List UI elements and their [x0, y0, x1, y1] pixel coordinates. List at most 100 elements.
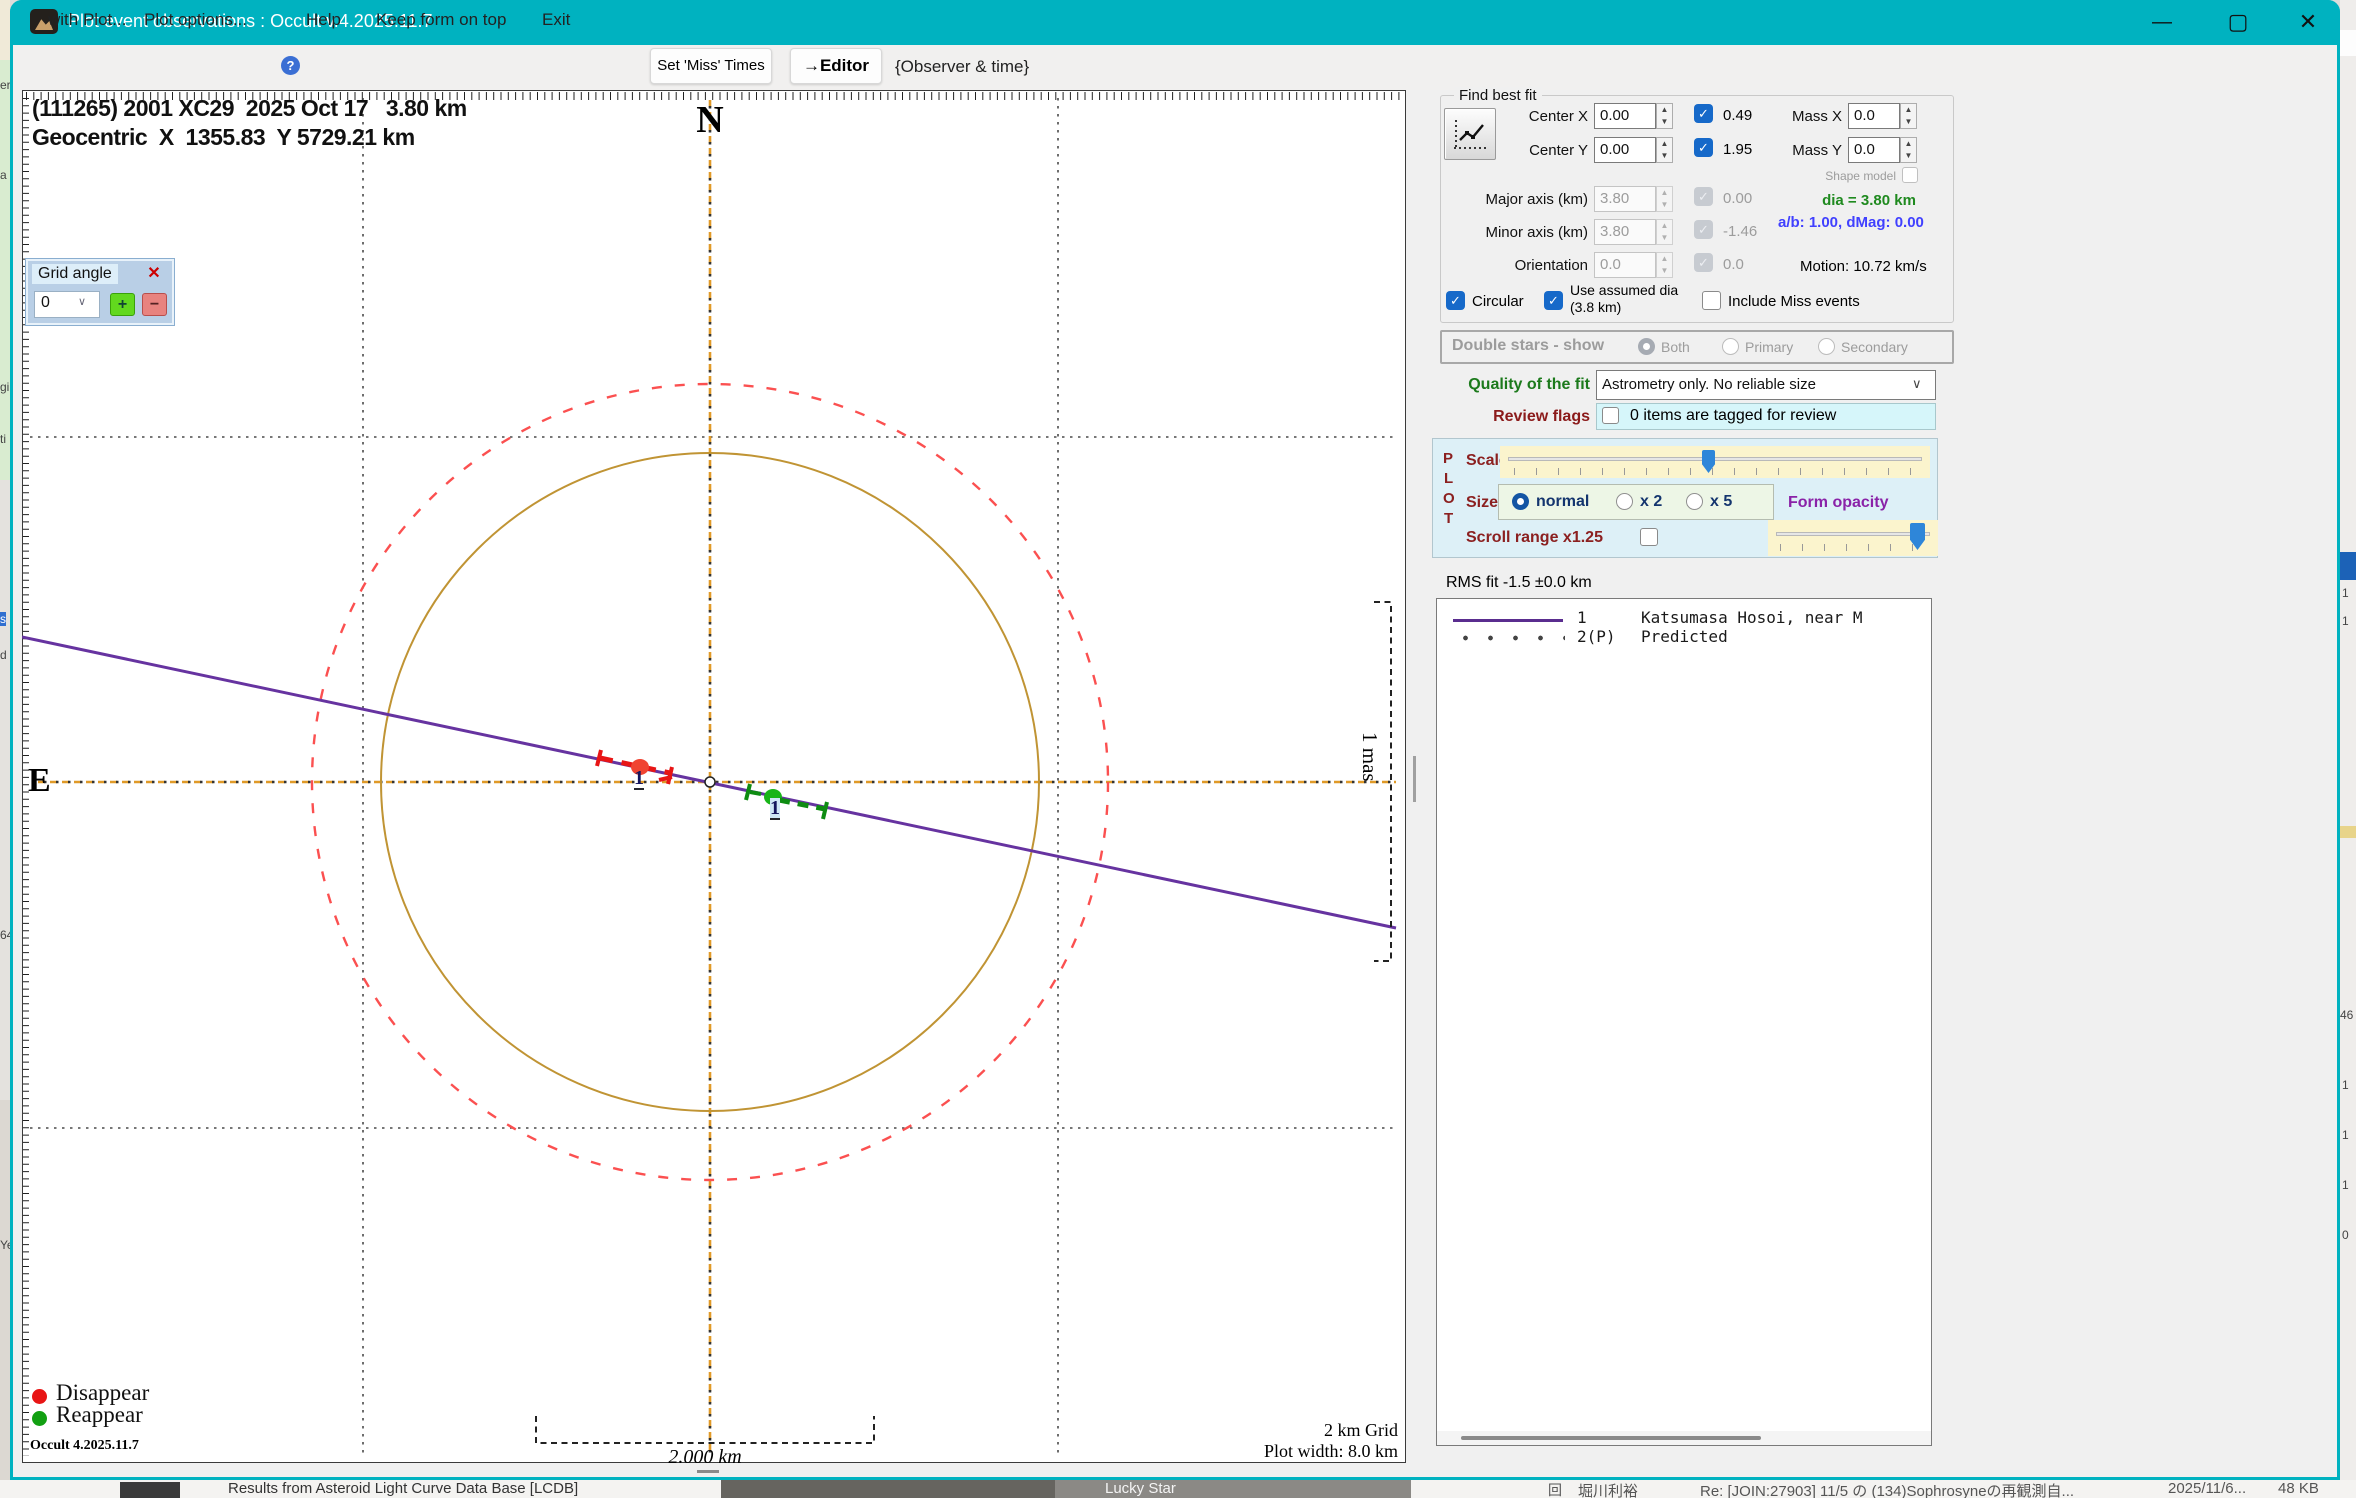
horizontal-scrollbar[interactable] — [1437, 1431, 1931, 1445]
size-normal-radio[interactable] — [1512, 493, 1529, 510]
mass-x-input[interactable]: 0.0 — [1848, 103, 1900, 129]
observer-time-label[interactable]: {Observer & time} — [895, 57, 1029, 77]
mass-y-spinner[interactable]: ▲ ▼ — [1900, 137, 1917, 163]
center-y-checkbox[interactable] — [1694, 138, 1713, 157]
background-taskbar-text: Results from Asteroid Light Curve Data B… — [228, 1480, 579, 1497]
plot-width-label: Plot width: 8.0 km — [1263, 1441, 1398, 1461]
email-subject: Re: [JOIN:27903] 11/5 の (134)Sophrosyneの… — [1700, 1483, 2075, 1498]
center-mark — [704, 776, 716, 788]
observation-row-name: Katsumasa Hosoi, near M — [1641, 608, 1863, 627]
use-assumed-checkbox[interactable] — [1544, 291, 1563, 310]
double-stars-primary-label: Primary — [1745, 339, 1794, 355]
center-y-input[interactable]: 0.00 — [1594, 137, 1656, 163]
observation-row-num: 1 — [1577, 608, 1587, 627]
background-left-strip: er a gi ti s d 64 Ye — [0, 0, 14, 1498]
observation-row-num: 2(P) — [1577, 627, 1616, 646]
plot-title-line2: Geocentric X 1355.83 Y 5729.21 km — [32, 124, 415, 150]
size-x2-label: x 2 — [1640, 493, 1663, 510]
grid-angle-panel: Grid angle ✕ 0 ∨ + − — [25, 258, 175, 326]
scrollbar-thumb[interactable] — [1461, 1436, 1761, 1440]
plot-letter-p: P — [1443, 450, 1454, 467]
grid-angle-close-icon[interactable]: ✕ — [142, 263, 166, 283]
chevron-down-icon: ∨ — [1912, 376, 1922, 391]
form-opacity-label: Form opacity — [1788, 494, 1889, 511]
circular-checkbox[interactable] — [1446, 291, 1465, 310]
ab-dmag-value: a/b: 1.00, dMag: 0.00 — [1778, 214, 1924, 231]
grid-size-label: 2 km Grid — [1324, 1420, 1398, 1440]
scroll-range-label: Scroll range x1.25 — [1466, 529, 1603, 546]
shape-model-checkbox[interactable] — [1902, 167, 1918, 183]
major-axis-spinner: ▲ ▼ — [1656, 186, 1673, 212]
east-label: E — [28, 762, 51, 799]
shape-model-label: Shape model — [1825, 169, 1896, 183]
maximize-button[interactable]: ▢ — [2222, 6, 2254, 38]
quality-combobox[interactable]: Astrometry only. No reliable size — [1596, 370, 1936, 400]
center-x-spinner[interactable]: ▲ ▼ — [1656, 103, 1673, 129]
size-x5-radio[interactable] — [1686, 493, 1703, 510]
include-miss-checkbox[interactable] — [1702, 291, 1721, 310]
set-miss-times-button[interactable]: Set 'Miss' Times — [650, 48, 772, 84]
email-size: 48 KB — [2278, 1480, 2319, 1497]
menu-exit[interactable]: Exit — [542, 10, 570, 30]
close-button[interactable]: ✕ — [2292, 6, 2324, 38]
chord1-number: 1 — [634, 767, 644, 790]
orientation-label: Orientation — [1514, 257, 1588, 274]
mass-y-input[interactable]: 0.0 — [1848, 137, 1900, 163]
minimize-button[interactable]: — — [2146, 6, 2178, 38]
email-date: 2025/11/6... — [2168, 1480, 2247, 1497]
disappear-dot-icon — [32, 1389, 47, 1404]
find-best-fit-group — [1440, 95, 1954, 323]
menu-help[interactable]: Help — [306, 10, 341, 30]
size-label: Size — [1466, 494, 1499, 511]
editor-button[interactable]: →Editor — [790, 48, 882, 84]
plot-letter-o: O — [1443, 490, 1455, 507]
review-flags-checkbox[interactable] — [1602, 407, 1619, 424]
splitter-handle[interactable] — [1413, 756, 1416, 802]
double-stars-secondary-radio — [1818, 338, 1835, 355]
minor-axis-input: 3.80 — [1594, 219, 1656, 245]
chord-swatch-dotted — [1453, 635, 1565, 641]
scroll-range-checkbox[interactable] — [1640, 528, 1658, 546]
plot-canvas — [22, 90, 1406, 1463]
reappear-label: Reappear — [56, 1402, 143, 1427]
minor-axis-fit-value: -1.46 — [1723, 223, 1758, 240]
grid-angle-select[interactable]: 0 — [34, 291, 100, 318]
size-x2-radio[interactable] — [1616, 493, 1633, 510]
major-axis-fit-value: 0.00 — [1723, 190, 1753, 207]
menu-keep-on-top[interactable]: Keep form on top — [376, 10, 506, 30]
plot-title-line1: (111265) 2001 XC29 2025 Oct 17 3.80 km — [32, 95, 467, 121]
grid-angle-title: Grid angle — [32, 264, 118, 284]
center-y-fit-value: 1.95 — [1723, 141, 1753, 158]
form-opacity-slider[interactable] — [1768, 520, 1938, 556]
size-normal-label: normal — [1536, 493, 1590, 510]
chord2-number: 1 — [770, 797, 780, 820]
menubar — [13, 45, 2337, 90]
motion-value: Motion: 10.72 km/s — [1800, 258, 1927, 275]
center-x-checkbox[interactable] — [1694, 104, 1713, 123]
help-icon[interactable]: ? — [281, 56, 300, 75]
center-y-label: Center Y — [1529, 142, 1588, 159]
grid-angle-minus-button[interactable]: − — [142, 293, 167, 316]
plot-border — [22, 90, 1406, 1463]
mass-x-label: Mass X — [1791, 108, 1842, 125]
background-right-strip: 1 1 46 1 1 1 0 — [2340, 0, 2356, 1498]
orientation-spinner: ▲ ▼ — [1656, 252, 1673, 278]
major-axis-checkbox — [1694, 187, 1713, 206]
center-x-input[interactable]: 0.00 — [1594, 103, 1656, 129]
resize-grip[interactable] — [697, 1470, 719, 1473]
circular-label: Circular — [1472, 293, 1524, 310]
menu-with-plot[interactable]: with Plot... — [48, 10, 126, 30]
minor-axis-spinner: ▲ ▼ — [1656, 219, 1673, 245]
observation-row-name: Predicted — [1641, 627, 1728, 646]
orientation-input: 0.0 — [1594, 252, 1656, 278]
chord-swatch-solid — [1453, 619, 1563, 622]
scale-slider[interactable] — [1500, 446, 1930, 478]
orientation-checkbox — [1694, 253, 1713, 272]
center-y-spinner[interactable]: ▲ ▼ — [1656, 137, 1673, 163]
north-label: N — [696, 99, 724, 141]
grid-angle-plus-button[interactable]: + — [110, 293, 135, 316]
observations-listbox[interactable]: 1 Katsumasa Hosoi, near M 2(P) Predicted — [1436, 598, 1932, 1446]
menu-plot-options[interactable]: Plot options... — [144, 10, 247, 30]
mass-x-spinner[interactable]: ▲ ▼ — [1900, 103, 1917, 129]
review-flags-text: 0 items are tagged for review — [1630, 407, 1837, 424]
